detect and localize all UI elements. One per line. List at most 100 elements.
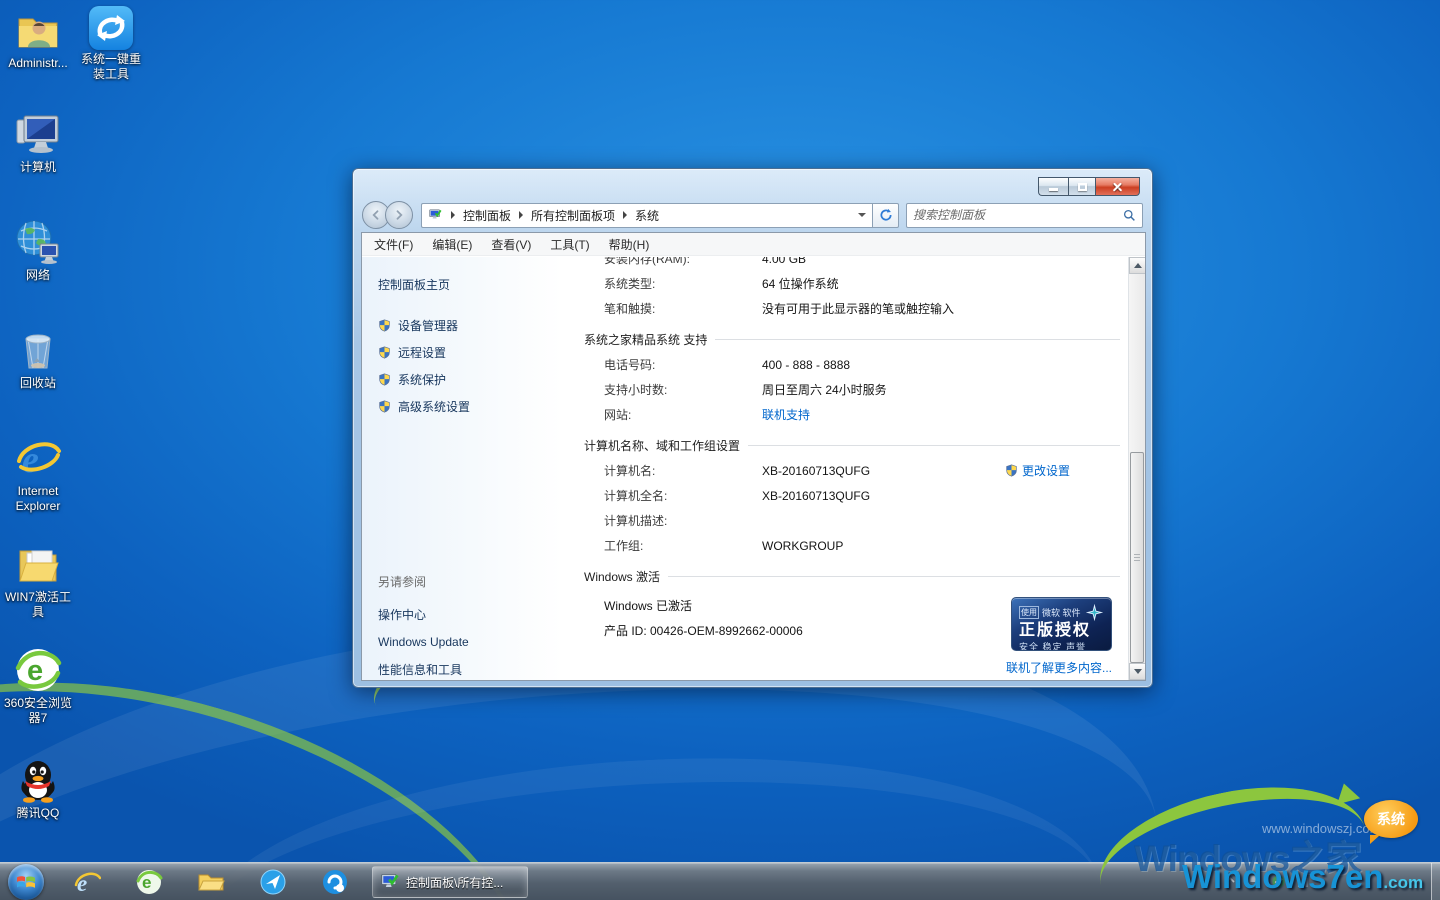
menu-file[interactable]: 文件(F) — [374, 236, 413, 253]
info-label: 计算机描述: — [604, 512, 762, 529]
svg-text:e: e — [142, 873, 151, 892]
learn-more-online-link[interactable]: 联机了解更多内容... — [1006, 659, 1112, 676]
info-label: 工作组: — [604, 537, 762, 554]
badge-tag: 使用 — [1019, 606, 1039, 619]
forward-button[interactable] — [385, 201, 413, 229]
sidebar-item-performance-tools[interactable]: 性能信息和工具 — [378, 655, 469, 681]
scroll-up-button[interactable] — [1129, 257, 1146, 274]
watermark-url: www.windowszj.com — [1262, 821, 1380, 836]
genuine-software-badge[interactable]: 使用 微软 软件 正版授权 安全 稳定 声誉 — [1011, 597, 1112, 651]
info-value: XB-20160713QUFG — [762, 489, 870, 503]
scroll-up-icon — [1134, 263, 1142, 268]
start-button[interactable] — [8, 864, 44, 900]
back-arrow-icon — [370, 209, 382, 221]
desktop-icon-label: 计算机 — [0, 160, 76, 175]
scrollbar-grip — [1134, 554, 1140, 561]
desktop-icon-reinstall-tool[interactable]: 系统一键重装工具 — [76, 6, 146, 82]
taskbar-browser-compass[interactable] — [258, 868, 288, 896]
taskbar-360-browser[interactable]: e — [134, 868, 164, 896]
reinstall-tool-icon — [89, 6, 133, 50]
menu-help[interactable]: 帮助(H) — [609, 236, 650, 253]
search-box — [906, 203, 1143, 228]
section-support: 系统之家精品系统 支持 — [584, 331, 1120, 348]
internet-explorer-icon: e — [14, 434, 62, 482]
taskbar: e e 控制面板\所有控... — [0, 862, 1440, 900]
sidebar-item-control-panel-home[interactable]: 控制面板主页 — [362, 272, 562, 297]
taskbar-explorer[interactable] — [196, 868, 226, 896]
info-row-support-hours: 支持小时数: 周日至周六 24小时服务 — [584, 377, 1128, 402]
sidebar-item-label: 设备管理器 — [398, 317, 458, 334]
desktop-icon-computer[interactable]: 计算机 — [0, 110, 76, 175]
sidebar-item-action-center[interactable]: 操作中心 — [378, 600, 469, 629]
qq-penguin-icon — [14, 756, 62, 804]
desktop-icon-recycle-bin[interactable]: 回收站 — [0, 326, 76, 391]
taskbar-internet-explorer[interactable]: e — [72, 868, 102, 896]
info-label: 网站: — [604, 406, 762, 423]
desktop-icon-label: WIN7激活工具 — [0, 590, 76, 620]
uac-shield-icon — [378, 346, 391, 359]
info-label: 系统类型: — [604, 275, 762, 292]
info-row-system-type: 系统类型: 64 位操作系统 — [584, 271, 1128, 296]
taskbar-qq-browser[interactable] — [320, 868, 350, 896]
breadcrumb-item-system[interactable]: 系统 — [635, 207, 659, 224]
desktop-icon-administrator[interactable]: Administr... — [0, 6, 76, 71]
search-input[interactable] — [913, 208, 1123, 222]
menu-view[interactable]: 查看(V) — [491, 236, 531, 253]
breadcrumb-separator-icon — [519, 211, 523, 219]
sidebar-item-windows-update[interactable]: Windows Update — [378, 629, 469, 655]
section-title: 系统之家精品系统 支持 — [584, 331, 707, 348]
desktop-icon-label: 网络 — [0, 268, 76, 283]
sidebar-item-label: 远程设置 — [398, 344, 446, 361]
sidebar-item-remote-settings[interactable]: 远程设置 — [362, 339, 562, 366]
scroll-down-button[interactable] — [1129, 663, 1146, 680]
system-info-main: 安装内存(RAM): 4.00 GB 系统类型: 64 位操作系统 笔和触摸: … — [562, 257, 1128, 680]
action-center-flag-icon[interactable] — [1247, 875, 1260, 888]
window-titlebar[interactable] — [353, 169, 1152, 198]
menu-tools[interactable]: 工具(T) — [550, 236, 589, 253]
desktop-icon-network[interactable]: 网络 — [0, 218, 76, 283]
desktop-icon-tencent-qq[interactable]: 腾讯QQ — [0, 756, 76, 821]
menu-edit[interactable]: 编辑(E) — [432, 236, 472, 253]
section-computer-name: 计算机名称、域和工作组设置 — [584, 437, 1120, 454]
breadcrumb-item-control-panel[interactable]: 控制面板 — [463, 207, 511, 224]
taskbar-active-window-button[interactable]: 控制面板\所有控... — [372, 866, 528, 898]
breadcrumb-item-all-items[interactable]: 所有控制面板项 — [531, 207, 615, 224]
scrollbar-thumb[interactable] — [1130, 452, 1144, 664]
show-desktop-button[interactable] — [1431, 863, 1440, 900]
info-row-ram: 安装内存(RAM): 4.00 GB — [584, 257, 1128, 271]
activation-status: Windows 已激活 — [604, 597, 692, 614]
product-id: 产品 ID: 00426-OEM-8992662-00006 — [604, 622, 803, 639]
info-value: 没有可用于此显示器的笔或触控输入 — [762, 300, 954, 317]
breadcrumb-separator-icon — [451, 211, 455, 219]
change-settings-link[interactable]: 更改设置 — [1022, 462, 1070, 479]
sidebar: 控制面板主页 设备管理器 远程设置 系统保护 — [362, 257, 562, 680]
refresh-icon — [879, 208, 893, 222]
desktop-icon-internet-explorer[interactable]: e Internet Explorer — [0, 434, 76, 514]
info-label: 电话号码: — [604, 356, 762, 373]
watermark-badge: 系统 — [1364, 800, 1418, 838]
tray-expand-icon[interactable] — [1225, 875, 1235, 885]
sidebar-item-system-protection[interactable]: 系统保护 — [362, 366, 562, 393]
sidebar-item-advanced-settings[interactable]: 高级系统设置 — [362, 393, 562, 420]
minimize-button[interactable] — [1038, 177, 1068, 196]
info-row-phone: 电话号码: 400 - 888 - 8888 — [584, 352, 1128, 377]
maximize-button[interactable] — [1068, 177, 1096, 196]
uac-shield-icon — [378, 319, 391, 332]
sidebar-item-device-manager[interactable]: 设备管理器 — [362, 312, 562, 339]
forward-arrow-icon — [393, 209, 405, 221]
info-value: 400 - 888 - 8888 — [762, 358, 850, 372]
desktop-icon-label: 回收站 — [0, 376, 76, 391]
desktop-icon-360-browser[interactable]: e 360安全浏览器7 — [0, 646, 76, 726]
online-support-link[interactable]: 联机支持 — [762, 406, 810, 423]
vertical-scrollbar[interactable] — [1128, 257, 1145, 680]
desktop-icon-win7-activation[interactable]: WIN7激活工具 — [0, 540, 76, 620]
qq-browser-icon — [321, 868, 349, 896]
close-button[interactable] — [1096, 177, 1140, 196]
info-label: 计算机全名: — [604, 487, 762, 504]
breadcrumb-dropdown-icon[interactable] — [858, 213, 866, 217]
refresh-button[interactable] — [872, 203, 899, 228]
info-row-description: 计算机描述: — [584, 508, 1128, 533]
security-check-icon[interactable] — [1272, 875, 1285, 888]
network-icon[interactable] — [1297, 875, 1310, 888]
window-caption-buttons — [1038, 177, 1140, 196]
